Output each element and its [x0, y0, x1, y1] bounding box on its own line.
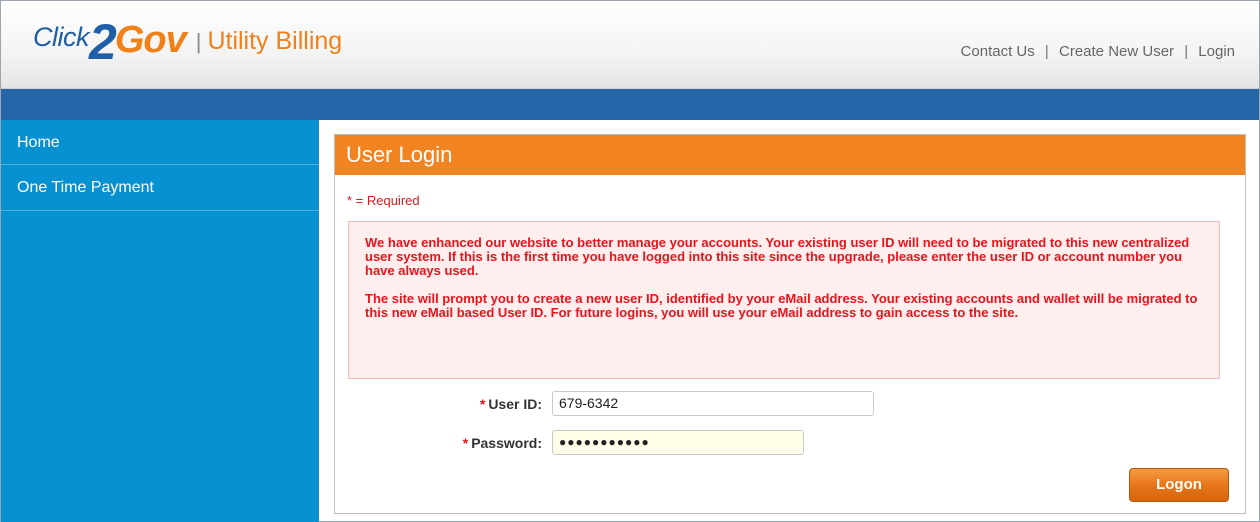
logo-two-text: 2 [89, 14, 117, 70]
header: Click 2 Gov | Utility Billing Contact Us… [1, 1, 1259, 89]
link-divider: | [1044, 43, 1049, 60]
logo-gov-text: Gov [114, 19, 187, 61]
password-label-wrap: * Password: [463, 435, 542, 451]
navigation-bar [1, 89, 1259, 120]
login-panel: User Login * = Required We have enhanced… [334, 134, 1246, 514]
password-input[interactable]: ●●●●●●●●●●● [552, 430, 804, 455]
migration-notice: We have enhanced our website to better m… [348, 221, 1220, 379]
create-new-user-link[interactable]: Create New User [1059, 43, 1174, 60]
password-row: * Password: ●●●●●●●●●●● [335, 430, 1247, 456]
page: Click 2 Gov | Utility Billing Contact Us… [0, 0, 1260, 522]
contact-us-link[interactable]: Contact Us [961, 43, 1035, 60]
required-star: * [462, 435, 469, 451]
logon-button[interactable]: Logon [1129, 468, 1229, 502]
sidebar: Home One Time Payment [1, 120, 319, 522]
userid-label: User ID: [488, 396, 542, 412]
product-name: Utility Billing [207, 27, 343, 55]
login-link[interactable]: Login [1198, 43, 1235, 60]
sidebar-item-one-time-payment[interactable]: One Time Payment [1, 165, 319, 211]
logo-click-text: Click [33, 22, 90, 52]
sidebar-item-home[interactable]: Home [1, 120, 319, 165]
userid-row: * User ID: 679-6342 [335, 391, 1247, 417]
top-links: Contact Us | Create New User | Login [961, 43, 1235, 60]
required-note: * = Required [347, 193, 420, 208]
userid-input[interactable]: 679-6342 [552, 391, 874, 416]
link-divider: | [1184, 43, 1189, 60]
password-label: Password: [471, 435, 542, 451]
notice-paragraph-2: The site will prompt you to create a new… [365, 291, 1198, 320]
logo-separator: | [195, 29, 202, 54]
userid-label-wrap: * User ID: [480, 396, 542, 412]
notice-paragraph-1: We have enhanced our website to better m… [365, 235, 1190, 278]
required-star: * [479, 396, 486, 412]
panel-title: User Login [335, 135, 1245, 175]
click2gov-logo[interactable]: Click 2 Gov | Utility Billing [33, 15, 342, 67]
